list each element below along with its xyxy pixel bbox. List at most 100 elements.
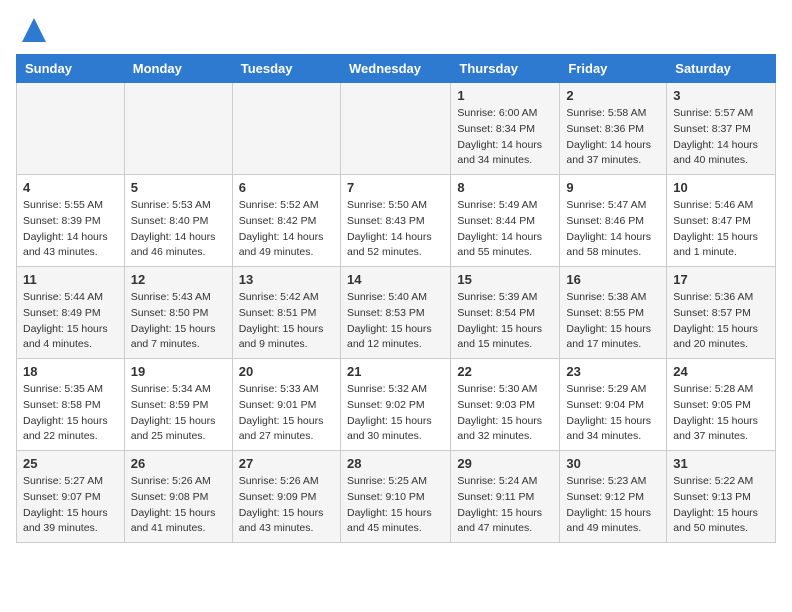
day-info: Sunrise: 5:55 AMSunset: 8:39 PMDaylight:… [23,198,118,261]
day-info-line: and 37 minutes. [566,153,660,169]
calendar-day-29: 29Sunrise: 5:24 AMSunset: 9:11 PMDayligh… [451,451,560,543]
day-info-line: Sunrise: 5:44 AM [23,290,118,306]
day-info: Sunrise: 5:32 AMSunset: 9:02 PMDaylight:… [347,382,444,445]
day-info-line: Sunset: 9:05 PM [673,398,769,414]
calendar-day-16: 16Sunrise: 5:38 AMSunset: 8:55 PMDayligh… [560,267,667,359]
day-info-line: Sunset: 8:40 PM [131,214,226,230]
day-info-line: Sunrise: 5:43 AM [131,290,226,306]
day-info-line: Daylight: 15 hours [131,322,226,338]
day-number: 18 [23,364,118,379]
day-info-line: Daylight: 14 hours [457,138,553,154]
calendar-day-21: 21 Sunrise: 5:32 AMSunset: 9:02 PMDayligh… [340,359,450,451]
calendar-day-4: 4Sunrise: 5:55 AMSunset: 8:39 PMDaylight… [17,175,125,267]
day-info-line: Daylight: 14 hours [457,230,553,246]
day-info-line: Sunset: 8:53 PM [347,306,444,322]
day-info-line: and 37 minutes. [673,429,769,445]
day-info-line: Daylight: 15 hours [23,414,118,430]
calendar-day-10: 10Sunrise: 5:46 AMSunset: 8:47 PMDayligh… [667,175,776,267]
weekday-header-friday: Friday [560,55,667,83]
calendar-day-15: 15Sunrise: 5:39 AMSunset: 8:54 PMDayligh… [451,267,560,359]
calendar-day-9: 9Sunrise: 5:47 AMSunset: 8:46 PMDaylight… [560,175,667,267]
day-number: 11 [23,272,118,287]
day-number: 12 [131,272,226,287]
day-info-line: and 43 minutes. [239,521,334,537]
day-info-line: Sunset: 9:12 PM [566,490,660,506]
day-info: Sunrise: 5:58 AMSunset: 8:36 PMDaylight:… [566,106,660,169]
day-info-line: and 1 minute. [673,245,769,261]
day-info-line: Sunset: 9:04 PM [566,398,660,414]
day-info-line: Sunrise: 5:42 AM [239,290,334,306]
day-info-line: and 55 minutes. [457,245,553,261]
calendar-day-13: 13 Sunrise: 5:42 AMSunset: 8:51 PMDayligh… [232,267,340,359]
day-info-line: Sunset: 9:08 PM [131,490,226,506]
calendar-day-27: 27Sunrise: 5:26 AMSunset: 9:09 PMDayligh… [232,451,340,543]
day-info-line: Daylight: 15 hours [239,322,334,338]
day-number: 20 [239,364,334,379]
day-info-line: Sunrise: 5:52 AM [239,198,334,214]
day-number: 23 [566,364,660,379]
day-info-line: Sunrise: 5:33 AM [239,382,334,398]
day-info-line: Sunset: 8:51 PM [239,306,334,322]
calendar-day-26: 26Sunrise: 5:26 AMSunset: 9:08 PMDayligh… [124,451,232,543]
day-info: Sunrise: 5:36 AMSunset: 8:57 PMDaylight:… [673,290,769,353]
day-info-line: Sunrise: 6:00 AM [457,106,553,122]
day-info: Sunrise: 5:35 AMSunset: 8:58 PMDaylight:… [23,382,118,445]
day-info-line: Sunset: 8:50 PM [131,306,226,322]
calendar-day-30: 30Sunrise: 5:23 AMSunset: 9:12 PMDayligh… [560,451,667,543]
day-info: Sunrise: 5:52 AMSunset: 8:42 PMDaylight:… [239,198,334,261]
calendar-day-22: 22Sunrise: 5:30 AMSunset: 9:03 PMDayligh… [451,359,560,451]
day-number: 2 [566,88,660,103]
day-info-line: Sunset: 9:03 PM [457,398,553,414]
day-info-line: Sunset: 8:46 PM [566,214,660,230]
day-info: Sunrise: 5:57 AMSunset: 8:37 PMDaylight:… [673,106,769,169]
day-info-line: and 7 minutes. [131,337,226,353]
day-info-line: Sunset: 8:59 PM [131,398,226,414]
calendar-day-18: 18 Sunrise: 5:35 AMSunset: 8:58 PMDayligh… [17,359,125,451]
day-info-line: Sunset: 9:09 PM [239,490,334,506]
day-info-line: Sunset: 8:39 PM [23,214,118,230]
day-info-line: Sunrise: 5:39 AM [457,290,553,306]
day-number: 10 [673,180,769,195]
day-info-line: Daylight: 15 hours [673,506,769,522]
calendar-day-25: 25Sunrise: 5:27 AMSunset: 9:07 PMDayligh… [17,451,125,543]
day-info-line: Daylight: 15 hours [23,322,118,338]
day-info-line: Daylight: 15 hours [673,230,769,246]
day-info-line: Sunset: 8:37 PM [673,122,769,138]
logo [16,16,48,44]
day-info-line: Sunrise: 5:26 AM [131,474,226,490]
day-number: 21 [347,364,444,379]
day-info-line: Sunset: 8:58 PM [23,398,118,414]
day-info-line: Sunset: 9:01 PM [239,398,334,414]
day-info-line: Sunset: 8:34 PM [457,122,553,138]
day-info-line: Sunrise: 5:53 AM [131,198,226,214]
day-info-line: and 27 minutes. [239,429,334,445]
day-info: Sunrise: 5:42 AMSunset: 8:51 PMDaylight:… [239,290,334,353]
day-info: Sunrise: 5:30 AMSunset: 9:03 PMDaylight:… [457,382,553,445]
day-info: Sunrise: 5:50 AMSunset: 8:43 PMDaylight:… [347,198,444,261]
day-info: Sunrise: 5:44 AMSunset: 8:49 PMDaylight:… [23,290,118,353]
day-info-line: and 34 minutes. [457,153,553,169]
calendar-week-3: 11Sunrise: 5:44 AMSunset: 8:49 PMDayligh… [17,267,776,359]
day-info-line: Sunset: 8:57 PM [673,306,769,322]
day-info-line: Sunrise: 5:34 AM [131,382,226,398]
weekday-header-sunday: Sunday [17,55,125,83]
day-number: 8 [457,180,553,195]
day-info-line: and 49 minutes. [566,521,660,537]
calendar-week-4: 18 Sunrise: 5:35 AMSunset: 8:58 PMDayligh… [17,359,776,451]
day-number: 27 [239,456,334,471]
day-info-line: Daylight: 14 hours [239,230,334,246]
day-info-line: Sunrise: 5:46 AM [673,198,769,214]
calendar-day-31: 31Sunrise: 5:22 AMSunset: 9:13 PMDayligh… [667,451,776,543]
day-info-line: and 22 minutes. [23,429,118,445]
day-info: Sunrise: 5:23 AMSunset: 9:12 PMDaylight:… [566,474,660,537]
day-number: 16 [566,272,660,287]
day-info-line: and 15 minutes. [457,337,553,353]
day-info-line: Sunrise: 5:57 AM [673,106,769,122]
day-number: 13 [239,272,334,287]
day-number: 31 [673,456,769,471]
day-number: 5 [131,180,226,195]
day-info-line: Sunset: 8:49 PM [23,306,118,322]
day-info-line: Daylight: 15 hours [347,506,444,522]
day-info-line: and 43 minutes. [23,245,118,261]
day-info-line: and 4 minutes. [23,337,118,353]
